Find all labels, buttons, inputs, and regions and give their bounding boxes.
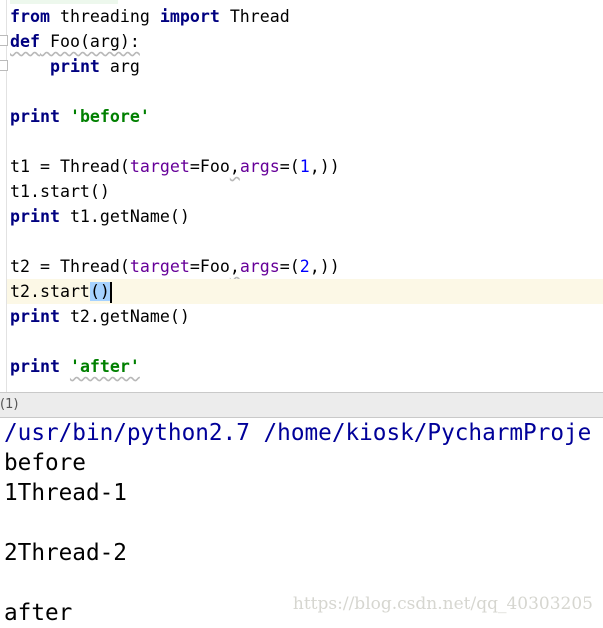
code-token: t2.getName()	[59, 307, 190, 326]
code-line[interactable]: t2 = Thread(target=Foo,args=(2,))	[10, 254, 603, 279]
code-token: t2 = Thread(	[10, 257, 130, 276]
code-token: Thread	[219, 7, 290, 26]
console-output-line: 1Thread-1	[4, 480, 127, 506]
code-line[interactable]: print 'before'	[10, 104, 603, 129]
text-caret	[109, 282, 112, 303]
code-token: ,))	[309, 257, 340, 276]
code-line[interactable]: print t2.getName()	[10, 304, 603, 329]
fold-end-icon[interactable]	[0, 60, 8, 71]
code-editor[interactable]: from threading import Thread def Foo(arg)…	[0, 0, 603, 392]
code-token: ()	[89, 282, 110, 301]
code-token: target	[129, 257, 190, 276]
code-token: 2	[299, 257, 310, 276]
gutter-divider	[6, 0, 7, 392]
code-token: print	[10, 357, 60, 376]
run-tab-label[interactable]: (1)	[0, 397, 18, 412]
console-output-line: after	[4, 600, 73, 626]
code-token: t1 = Thread(	[10, 157, 130, 176]
code-token: ,	[229, 157, 240, 176]
code-line[interactable]: def Foo(arg):	[10, 29, 603, 54]
code-token: 'before'	[69, 107, 150, 126]
code-token: from	[10, 7, 50, 26]
code-token: threading	[49, 7, 160, 26]
code-token: ,))	[309, 157, 340, 176]
code-token: args	[239, 157, 280, 176]
code-line[interactable]	[10, 129, 603, 154]
code-token: t1.start()	[10, 182, 110, 201]
watermark: https://blog.csdn.net/qq_40303205	[292, 594, 593, 614]
console-command-line: /usr/bin/python2.7 /home/kiosk/PycharmPr…	[4, 420, 592, 446]
code-token: 'after'	[69, 357, 140, 376]
code-line[interactable]: t1 = Thread(target=Foo,args=(1,))	[10, 154, 603, 179]
code-token: =Foo	[189, 257, 230, 276]
code-line[interactable]: print 'after'	[10, 354, 603, 379]
code-token: =Foo	[189, 157, 230, 176]
code-token: =(	[279, 257, 300, 276]
code-token: target	[129, 157, 190, 176]
code-token: def	[10, 32, 40, 51]
code-token: t2.start	[10, 282, 90, 301]
code-line[interactable]	[10, 229, 603, 254]
code-token: print	[49, 57, 100, 76]
console-output-line: before	[4, 450, 86, 476]
code-line[interactable]: from threading import Thread	[10, 4, 603, 29]
console-output-line: 2Thread-2	[4, 540, 127, 566]
code-line[interactable]: t2.start()	[7, 279, 603, 304]
code-token: =(	[279, 157, 300, 176]
code-line[interactable]	[10, 329, 603, 354]
code-token: print	[10, 307, 60, 326]
code-token: print	[10, 207, 60, 226]
code-token: arg	[99, 57, 140, 76]
code-line[interactable]: print arg	[10, 54, 603, 79]
code-token: Foo(arg):	[39, 32, 140, 51]
code-token: t1.getName()	[59, 207, 190, 226]
code-line[interactable]: print t1.getName()	[10, 204, 603, 229]
code-line[interactable]	[10, 79, 603, 104]
code-token: ,	[229, 257, 240, 276]
code-token: 1	[299, 157, 310, 176]
fold-start-icon[interactable]	[0, 35, 8, 46]
code-line[interactable]: t1.start()	[10, 179, 603, 204]
run-panel-tab-bar: (1)	[0, 392, 603, 418]
code-token: print	[10, 107, 60, 126]
code-token: import	[159, 7, 220, 26]
code-token: args	[239, 257, 280, 276]
